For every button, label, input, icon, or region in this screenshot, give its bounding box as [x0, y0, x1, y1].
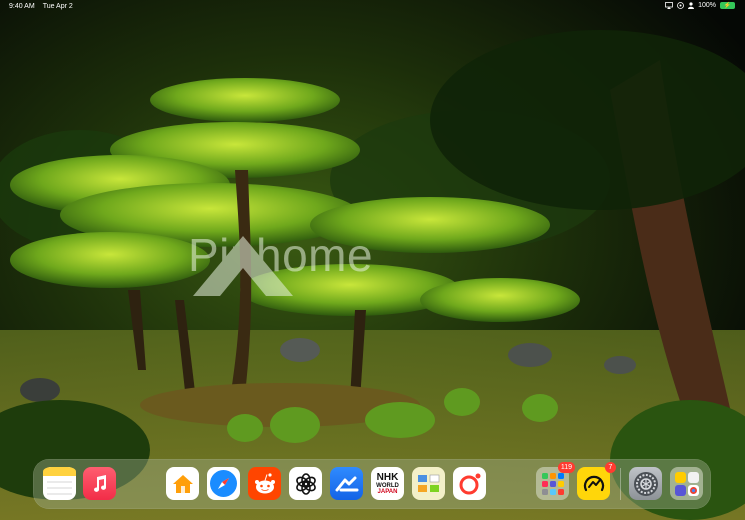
- settings-icon: [633, 471, 658, 496]
- status-bar: 9:40 AM Tue Apr 2 100% ⚡: [0, 0, 745, 14]
- battery-percent: 100%: [698, 2, 716, 9]
- status-time: 9:40 AM: [9, 3, 35, 10]
- pinhome-logo-icon: [193, 236, 293, 296]
- chatgpt-app-icon[interactable]: [289, 467, 322, 500]
- notes-app-icon[interactable]: [43, 467, 76, 500]
- reddit-app-icon[interactable]: [248, 467, 281, 500]
- wallpaper: Pinhome: [0, 0, 745, 520]
- app-library-app[interactable]: [670, 467, 703, 500]
- app-folder-icon: [541, 472, 564, 495]
- nhk-world-icon: NHK WORLD JAPAN: [376, 471, 399, 495]
- status-date: Tue Apr 2: [42, 3, 73, 10]
- nhk-line-3: JAPAN: [377, 488, 398, 495]
- settings-app-icon[interactable]: [629, 467, 662, 500]
- app-folder[interactable]: 119: [536, 462, 575, 500]
- app-library-icon: [674, 471, 699, 496]
- nhk-line-1: NHK: [376, 471, 399, 483]
- notes-icon: [43, 467, 76, 495]
- cloud-arrow-icon: [335, 476, 358, 491]
- music-icon: [93, 474, 106, 492]
- pinhome-watermark: Pinhome: [188, 228, 373, 296]
- freeform-icon: [417, 474, 439, 492]
- chart-app[interactable]: 7: [577, 462, 616, 500]
- person-icon: [688, 2, 695, 9]
- safari-icon: [210, 470, 237, 497]
- record-icon: [459, 473, 480, 494]
- notification-badge: 7: [605, 462, 616, 473]
- notification-badge: 119: [557, 462, 575, 473]
- battery-icon: ⚡: [720, 2, 735, 9]
- chart-app-icon: [583, 475, 604, 491]
- home-icon: [172, 474, 193, 493]
- safari-app-icon[interactable]: [207, 467, 240, 500]
- music-app-icon[interactable]: [83, 467, 116, 500]
- freeform-app-icon[interactable]: [412, 467, 445, 500]
- focus-icon: [677, 2, 684, 9]
- nhk-world-app-icon[interactable]: NHK WORLD JAPAN: [371, 467, 404, 500]
- dock: NHK WORLD JAPAN 119 7: [33, 459, 711, 509]
- screen-mirroring-icon: [665, 2, 673, 9]
- record-app-icon[interactable]: [453, 467, 486, 500]
- chatgpt-icon: [295, 472, 316, 495]
- files-app-icon[interactable]: [330, 467, 363, 500]
- reddit-icon: [254, 472, 275, 493]
- home-app-icon[interactable]: [166, 467, 199, 500]
- dock-divider: [620, 468, 621, 500]
